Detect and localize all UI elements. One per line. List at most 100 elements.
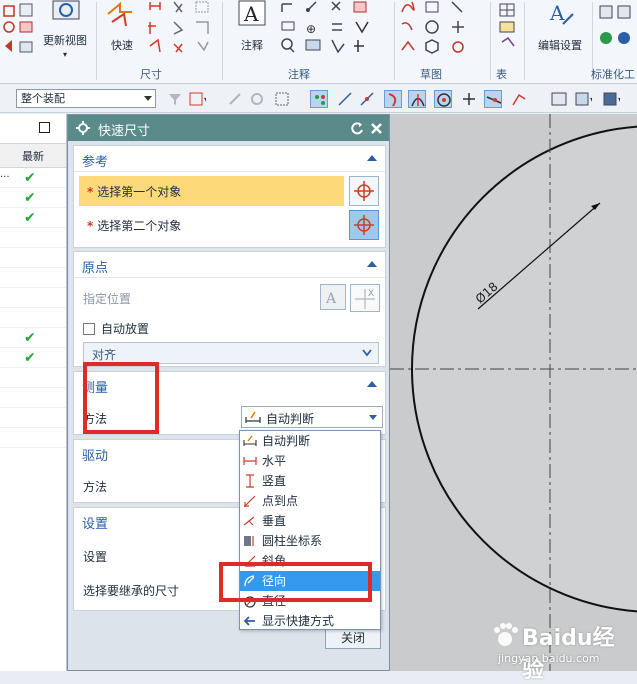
view-orient-icon[interactable]: ▾ <box>574 90 592 108</box>
svg-text:▾: ▾ <box>204 95 206 104</box>
standardization-tools-icon[interactable] <box>596 2 636 58</box>
origin-section-header[interactable]: 原点 <box>74 252 385 278</box>
origin-section: 原点 指定位置 A X 自动放置 对齐 <box>73 251 386 367</box>
render-style-icon[interactable]: ▾ <box>602 90 620 108</box>
svg-text:⊕: ⊕ <box>306 22 316 36</box>
dialog-title-bar[interactable]: 快速尺寸 <box>68 115 389 141</box>
nav-row[interactable] <box>0 248 66 268</box>
option-label: 自动判断 <box>262 434 311 448</box>
assembly-scope-select[interactable]: 整个装配 <box>16 89 156 108</box>
snap-point-grid-icon[interactable] <box>310 90 328 108</box>
drawing-sheet: Ø18 <box>390 114 637 671</box>
nav-row[interactable]: ... ✔ <box>0 168 66 188</box>
collapse-caret-icon <box>367 261 377 267</box>
reset-icon[interactable] <box>351 122 364 135</box>
ribbon-group-dimension: 尺寸 <box>140 68 162 81</box>
nav-row[interactable] <box>0 288 66 308</box>
selection-toolbar: 整个装配 ▾ ▾ ▾ <box>0 85 637 113</box>
nav-row[interactable] <box>0 268 66 288</box>
view-tools-icon[interactable] <box>2 2 36 60</box>
note-icon: A <box>238 0 266 26</box>
view-fit-icon[interactable] <box>550 90 568 108</box>
snap-off-icon[interactable] <box>248 90 266 108</box>
ribbon-group-sketch: 草图 <box>420 68 442 81</box>
second-object-picker-button[interactable] <box>349 210 379 240</box>
chevron-down-icon <box>369 415 377 420</box>
curve-point-icon[interactable] <box>384 90 402 108</box>
dialog-title: 快速尺寸 <box>98 124 151 139</box>
nav-row[interactable]: ✔ <box>0 188 66 208</box>
quadrant-point-icon[interactable] <box>460 90 478 108</box>
selection-box-icon[interactable] <box>274 90 292 108</box>
point-dialog-icon: X <box>355 289 375 309</box>
crosshair-icon <box>354 215 374 235</box>
annotation-tools-icon[interactable]: ⊕ <box>278 0 374 60</box>
dimension-tools-icon[interactable] <box>146 0 216 60</box>
edit-settings-button[interactable]: A 编辑设置 <box>530 0 590 53</box>
nav-row[interactable] <box>0 368 66 388</box>
line-end-icon[interactable] <box>336 90 354 108</box>
sketch-tools-icon[interactable] <box>398 0 486 60</box>
option-show-shortcuts[interactable]: 显示快捷方式 <box>240 611 380 631</box>
snap-icon[interactable] <box>226 90 244 108</box>
ribbon-group-table: 表 <box>496 68 507 81</box>
nav-row[interactable] <box>0 428 66 448</box>
update-view-button[interactable]: 更新视图 ▾ <box>38 0 92 59</box>
text-place-icon: A <box>325 291 337 307</box>
crosshair-icon <box>354 181 374 201</box>
option-auto-infer[interactable]: 自动判断 <box>240 431 380 451</box>
drawing-canvas[interactable]: Ø18 <box>390 114 637 671</box>
collapse-caret-icon <box>367 381 377 387</box>
select-first-object[interactable]: * 选择第一个对象 <box>79 176 344 206</box>
nav-row[interactable] <box>0 308 66 328</box>
filter-icon[interactable] <box>166 90 184 108</box>
maximize-icon[interactable] <box>39 122 50 133</box>
midpoint-icon[interactable] <box>358 90 376 108</box>
point-on-curve-icon[interactable] <box>510 90 528 108</box>
option-vertical[interactable]: 竖直 <box>240 471 380 491</box>
ribbon-group-annotation: 注释 <box>288 68 310 81</box>
cylindrical-icon <box>244 536 254 546</box>
check-icon: ✔ <box>24 190 36 206</box>
nav-row[interactable]: ✔ <box>0 348 66 368</box>
auto-infer-icon <box>243 435 257 446</box>
watermark-url: jingyan.baidu.com <box>498 652 600 665</box>
select-mode-icon[interactable]: ▾ <box>188 90 206 108</box>
option-perpendicular[interactable]: 垂直 <box>240 511 380 531</box>
nav-row[interactable] <box>0 228 66 248</box>
arc-center-icon[interactable] <box>434 90 452 108</box>
point-to-point-icon <box>244 495 256 507</box>
align-label: 对齐 <box>92 348 117 362</box>
update-view-label: 更新视图 <box>43 34 87 47</box>
annotation-location-button[interactable]: A <box>320 284 346 310</box>
nav-row[interactable]: ✔ <box>0 328 66 348</box>
measure-method-select[interactable]: 自动判断 <box>241 406 383 428</box>
table-tools-icon[interactable] <box>496 2 520 58</box>
nav-row[interactable] <box>0 388 66 408</box>
nav-row[interactable]: ✔ <box>0 208 66 228</box>
quick-dimension-button[interactable]: 快速 <box>100 0 144 53</box>
horizontal-dim-icon <box>243 457 257 465</box>
option-point-to-point[interactable]: 点到点 <box>240 491 380 511</box>
check-icon: ✔ <box>24 210 36 226</box>
paw-logo-icon <box>494 623 518 646</box>
check-icon: ✔ <box>24 350 36 366</box>
navigator-column-header[interactable]: 最新 <box>0 144 66 168</box>
tangent-point-icon[interactable] <box>484 90 502 108</box>
reference-section-header[interactable]: 参考 <box>74 146 385 172</box>
part-navigator: 最新 ... ✔ ✔ ✔ ✔ ✔ <box>0 114 67 671</box>
select-second-object[interactable]: * 选择第二个对象 <box>79 210 344 240</box>
nav-row[interactable] <box>0 408 66 428</box>
close-icon[interactable] <box>370 122 383 135</box>
note-button[interactable]: A 注释 <box>230 0 274 53</box>
navigator-header <box>0 114 66 144</box>
truncated-text: ... <box>0 169 10 180</box>
auto-place-checkbox[interactable] <box>83 323 95 335</box>
first-object-picker-button[interactable] <box>349 176 379 206</box>
option-horizontal[interactable]: 水平 <box>240 451 380 471</box>
option-cylindrical[interactable]: 圆柱坐标系 <box>240 531 380 551</box>
point-location-button[interactable]: X <box>350 284 380 312</box>
intersection-point-icon[interactable] <box>408 90 426 108</box>
auto-place-checkbox-row[interactable]: 自动放置 <box>83 320 149 337</box>
align-combo[interactable]: 对齐 <box>83 342 379 364</box>
